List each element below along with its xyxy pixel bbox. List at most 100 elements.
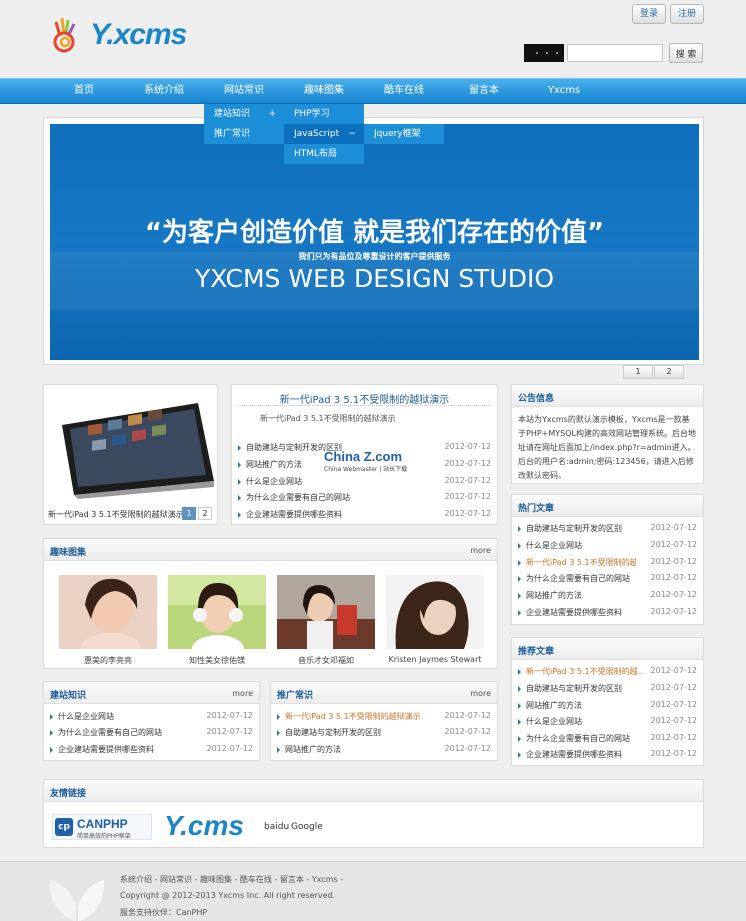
logo-swirl-icon (53, 17, 76, 53)
panel-title: 趣味图集 (50, 548, 87, 558)
bullet-arrow-icon (518, 703, 521, 709)
hot-articles-panel: 热门文章 自助建站与定制开发的区别 2012-07-12 什么是企业网站 2012-… (511, 494, 704, 625)
nav-item-cars[interactable]: 酷车在线 (364, 79, 444, 103)
register-button[interactable]: 注册 (670, 4, 704, 24)
yxcms-link[interactable]: Y.cms (164, 810, 244, 842)
list-item[interactable]: 为什么企业需要有自己的网站 2012-07-12 (50, 727, 253, 743)
link-google[interactable]: Google (291, 822, 323, 832)
bullet-arrow-icon (238, 462, 241, 468)
list-item[interactable]: 自助建站与定制开发的区别 2012-07-12 (238, 442, 491, 458)
panel-header: 趣味图集 more (44, 539, 497, 561)
footer-leaf-icon (49, 880, 105, 921)
list-item[interactable]: 自助建站与定制开发的区别 2012-07-12 (518, 683, 697, 699)
nav-item-guestbook[interactable]: 留言本 (444, 79, 524, 103)
search-button[interactable]: 搜 索 (669, 43, 703, 63)
search-input[interactable] (567, 44, 663, 62)
footer-nav[interactable]: 系统介绍 - 网站常识 - 趣味图集 - 酷车在线 - 留言本 - Yxcms … (120, 874, 343, 885)
bullet-arrow-icon (518, 719, 521, 725)
list-item[interactable]: 什么是企业网站 2012-07-12 (518, 540, 697, 556)
submenu-item-tuiguang[interactable]: 推广常识 (204, 124, 284, 144)
panel-title: 热门文章 (518, 504, 555, 514)
photo-caption[interactable]: Kristen Jaymes Stewart (386, 655, 484, 664)
gallery-photo[interactable] (168, 575, 266, 649)
nav-item-home[interactable]: 首页 (44, 79, 124, 103)
list-item[interactable]: 企业建站需要提供哪些资料 2012-07-12 (518, 749, 697, 765)
bullet-arrow-icon (50, 730, 53, 736)
ipad-page-1[interactable]: 1 (182, 507, 196, 520)
footer: 系统介绍 - 网站常识 - 趣味图集 - 酷车在线 - 留言本 - Yxcms … (0, 861, 746, 921)
banner-subline: 我们只为有品位及尊重设计的客户提供服务 (298, 252, 451, 261)
list-item[interactable]: 新一代iPad 3 5.1不受限制的越... 2012-07-12 (518, 666, 697, 682)
nav-item-knowledge[interactable]: 网站常识 (204, 79, 284, 103)
submenu-item-html[interactable]: HTML布局 (284, 144, 364, 164)
site-logo[interactable]: Y.xcms (48, 14, 218, 56)
banner-page-2[interactable]: 2 (654, 365, 684, 379)
list-item[interactable]: 自助建站与定制开发的区别 2012-07-12 (277, 727, 491, 743)
submenu-item-jianzhan[interactable]: 建站知识 + (204, 104, 284, 124)
list-item[interactable]: 企业建站需要提供哪些资料 2012-07-12 (518, 607, 697, 623)
banner-page-1[interactable]: 1 (623, 365, 653, 379)
bullet-arrow-icon (238, 512, 241, 518)
list-item[interactable]: 网站推广的方法 2012-07-12 (238, 459, 491, 475)
gallery-photo[interactable] (59, 575, 157, 649)
list-item[interactable]: 为什么企业需要有自己的网站 2012-07-12 (238, 492, 491, 508)
submenu-item-jquery[interactable]: Jquery框架 (364, 124, 444, 144)
list-item[interactable]: 网站推广的方法 2012-07-12 (277, 744, 491, 760)
submenu-item-javascript[interactable]: JavaScript − (284, 124, 364, 144)
link-baidu[interactable]: baidu (264, 822, 289, 832)
search-category-select[interactable] (524, 44, 564, 62)
bullet-arrow-icon (238, 479, 241, 485)
list-item[interactable]: 新一代iPad 3 5.1不受限制的越... 2012-07-12 (518, 557, 697, 573)
main-nav: 首页 系统介绍 网站常识 趣味图集 酷车在线 留言本 Yxcms (0, 78, 746, 104)
bullet-arrow-icon (518, 736, 521, 742)
photo-caption[interactable]: 知性美女徐佑镁 (168, 655, 266, 666)
banner-slide[interactable]: “为客户创造价值 就是我们存在的价值” 我们只为有品位及尊重设计的客户提供服务 … (50, 124, 699, 360)
canphp-link[interactable]: cp CANPHP 简单高效的PHP框架 (52, 814, 152, 840)
list-item[interactable]: 网站推广的方法 2012-07-12 (518, 700, 697, 716)
list-item[interactable]: 为什么企业需要有自己的网站 2012-07-12 (518, 733, 697, 749)
photo-caption[interactable]: 音乐才女邓福如 (277, 655, 375, 666)
notice-text: 本站为Yxcms的默认演示模板，Yxcms是一款基于PHP+MYSQL构建的高效… (518, 415, 696, 480)
gallery-photo[interactable] (386, 575, 484, 649)
login-button[interactable]: 登录 (632, 4, 666, 24)
list-item[interactable]: 什么是企业网站 2012-07-12 (50, 711, 253, 727)
panel-title: 友情链接 (50, 789, 87, 799)
photo-caption[interactable]: 惠美的李亮亮 (59, 655, 157, 666)
more-link[interactable]: more (470, 546, 491, 555)
jianzhan-panel: 建站知识 more 什么是企业网站 2012-07-12 为什么企业需要有自己的网… (43, 681, 260, 761)
submenu-item-php[interactable]: PHP学习 (284, 104, 364, 124)
bullet-arrow-icon (518, 686, 521, 692)
bullet-arrow-icon (277, 714, 280, 720)
list-item[interactable]: 自助建站与定制开发的区别 2012-07-12 (518, 523, 697, 539)
notice-panel: 公告信息 本站为Yxcms的默认演示模板，Yxcms是一款基于PHP+MYSQL… (511, 384, 704, 484)
list-item[interactable]: 什么是企业网站 2012-07-12 (518, 716, 697, 732)
nav-item-intro[interactable]: 系统介绍 (124, 79, 204, 103)
list-item[interactable]: 网站推广的方法 2012-07-12 (518, 590, 697, 606)
featured-title[interactable]: 新一代iPad 3 5.1不受限制的越狱演示 (232, 391, 497, 406)
ipad-caption[interactable]: 新一代iPad 3 5.1不受限制的越狱演示 (48, 509, 182, 520)
featured-separator (238, 405, 491, 406)
more-link[interactable]: more (232, 689, 253, 698)
list-item[interactable]: 企业建站需要提供哪些资料 2012-07-12 (238, 509, 491, 525)
featured-summary: 新一代iPad 3 5.1不受限制的越狱演示 (260, 414, 396, 423)
banner-slogan: “为客户创造价值 就是我们存在的价值” (144, 218, 605, 248)
banner-frame: “为客户创造价值 就是我们存在的价值” 我们只为有品位及尊重设计的客户提供服务 … (43, 117, 704, 365)
gallery-photo[interactable] (277, 575, 375, 649)
list-item[interactable]: 企业建站需要提供哪些资料 2012-07-12 (50, 744, 253, 760)
more-link[interactable]: more (470, 689, 491, 698)
panel-header: 热门文章 (512, 495, 703, 517)
bullet-arrow-icon (518, 593, 521, 599)
ipad-page-2[interactable]: 2 (198, 507, 212, 520)
expand-plus-icon: + (268, 109, 276, 119)
ipad-image[interactable] (48, 395, 214, 499)
list-item[interactable]: 为什么企业需要有自己的网站 2012-07-12 (518, 573, 697, 589)
nav-item-yxcms[interactable]: Yxcms (524, 79, 604, 103)
footer-partner: 服务支持伙伴：CanPHP (120, 908, 208, 917)
bullet-arrow-icon (518, 526, 521, 532)
bullet-arrow-icon (277, 730, 280, 736)
bullet-arrow-icon (518, 610, 521, 616)
list-item[interactable]: 什么是企业网站 2012-07-12 (238, 476, 491, 492)
nav-item-gallery[interactable]: 趣味图集 (284, 79, 364, 103)
list-item[interactable]: 新一代iPad 3 5.1不受限制的越狱演示 2012-07-12 (277, 711, 491, 727)
bullet-arrow-icon (518, 560, 521, 566)
